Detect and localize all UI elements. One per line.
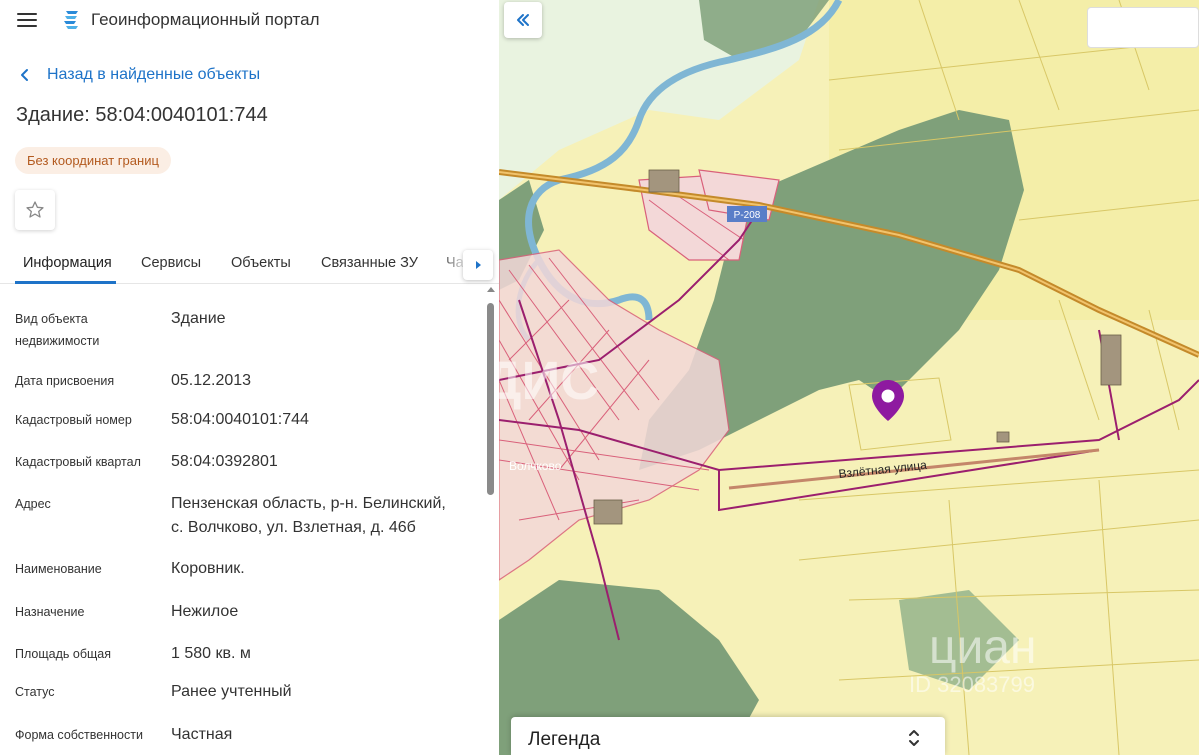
map-canvas[interactable]: Р-208 Взлётная улица Волчково: [499, 0, 1199, 755]
info-value: 1 580 кв. м: [171, 645, 251, 662]
portal-logo-icon: [64, 11, 78, 29]
chevron-left-icon: [21, 69, 28, 81]
info-label: Форма собственности: [15, 728, 143, 742]
app-title: Геоинформационный портал: [91, 10, 320, 29]
caret-right-icon: [476, 261, 481, 269]
info-scrollbar[interactable]: [485, 285, 497, 755]
active-tab-indicator: [15, 281, 116, 284]
road-shield-label: Р-208: [734, 210, 761, 221]
no-boundaries-badge: Без координат границ: [15, 147, 171, 174]
legend-label: Легенда: [528, 729, 601, 750]
info-label: Статус: [15, 685, 55, 699]
hamburger-menu-icon[interactable]: [17, 12, 37, 28]
scroll-up-arrow[interactable]: [487, 287, 495, 292]
back-to-results-link[interactable]: Назад в найденные объекты: [18, 64, 260, 86]
object-title: Здание: 58:04:0040101:744: [16, 104, 268, 126]
info-value: Частная: [171, 726, 233, 743]
info-label: Вид объекта недвижимости: [15, 312, 100, 348]
cadastral-map[interactable]: Р-208 Взлётная улица Волчково ДИС циан I…: [499, 0, 1199, 755]
double-chevron-left-icon: [517, 14, 529, 26]
info-value: Ранее учтенный: [171, 683, 292, 700]
info-label: Адрес: [15, 497, 51, 511]
tab-objects[interactable]: Объекты: [231, 255, 291, 271]
info-value: Нежилое: [171, 603, 239, 620]
village-label: Волчково: [509, 459, 562, 473]
location-pin-icon[interactable]: [870, 379, 906, 423]
star-outline-icon: [26, 201, 44, 218]
info-value: Пензенская область, р-н. Белинский, с. В…: [171, 495, 446, 536]
tabs-scroll-right-button[interactable]: [463, 250, 493, 280]
tab-services[interactable]: Сервисы: [141, 255, 201, 271]
info-value: 05.12.2013: [171, 372, 252, 389]
info-value: Коровник.: [171, 560, 245, 577]
scroll-thumb[interactable]: [487, 303, 494, 495]
tab-information[interactable]: Информация: [23, 255, 112, 271]
info-label: Кадастровый квартал: [15, 455, 141, 469]
info-value: 58:04:0392801: [171, 453, 278, 470]
top-bar: Геоинформационный портал: [0, 0, 499, 42]
info-value: Здание: [171, 310, 226, 327]
legend-panel[interactable]: Легенда: [511, 717, 945, 755]
object-info-panel: Геоинформационный портал Назад в найденн…: [0, 0, 499, 755]
back-link-label: Назад в найденные объекты: [47, 66, 261, 83]
info-label: Дата присвоения: [15, 374, 115, 388]
info-label: Наименование: [15, 562, 102, 576]
info-label: Назначение: [15, 605, 85, 619]
expand-collapse-icon[interactable]: [906, 727, 922, 749]
map-search-input[interactable]: [1087, 7, 1199, 48]
info-value: 58:04:0040101:744: [171, 411, 309, 428]
favorite-button[interactable]: [15, 190, 55, 230]
tab-related-land-plots[interactable]: Связанные ЗУ: [321, 255, 418, 271]
info-label: Кадастровый номер: [15, 413, 132, 427]
info-label: Площадь общая: [15, 647, 112, 661]
collapse-panel-button[interactable]: [504, 2, 542, 38]
tab-bar: Информация Сервисы Объекты Связанные ЗУ …: [0, 244, 499, 284]
